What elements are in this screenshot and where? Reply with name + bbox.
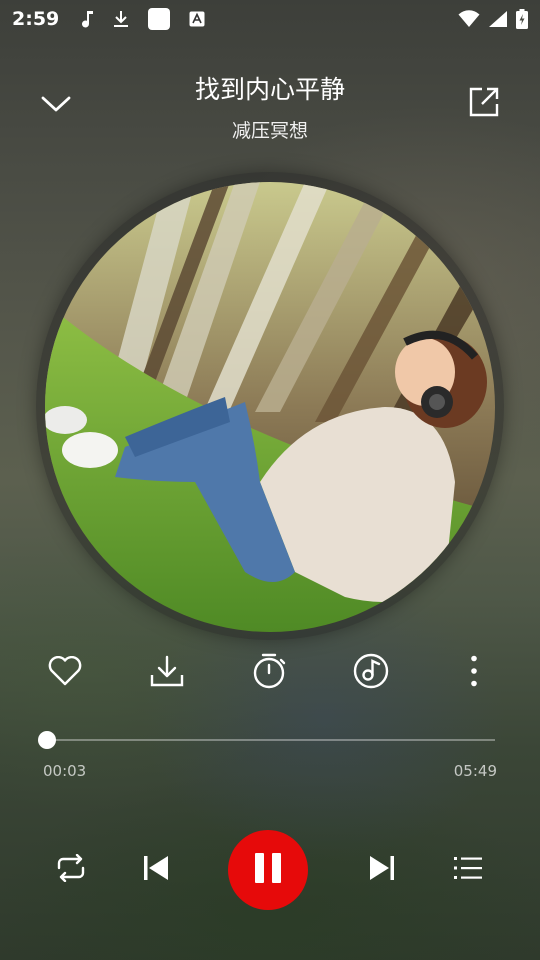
font-a-icon (189, 11, 205, 27)
signal-icon (488, 10, 508, 28)
heart-icon (48, 655, 82, 690)
more-button[interactable] (449, 648, 499, 698)
timer-icon (252, 653, 286, 693)
pause-button[interactable] (228, 830, 308, 910)
progress-thumb[interactable] (38, 731, 57, 749)
share-external-icon (469, 87, 499, 121)
sleep-timer-button[interactable] (244, 648, 294, 698)
more-vertical-icon (469, 655, 479, 691)
music-note-icon (81, 10, 95, 28)
album-subtitle: 减压冥想 (231, 120, 308, 142)
like-button[interactable] (40, 648, 90, 698)
total-time: 05:49 (453, 762, 497, 780)
music-disc-button[interactable] (346, 648, 396, 698)
action-row (0, 648, 540, 698)
share-button[interactable] (464, 84, 504, 124)
wifi-icon (458, 10, 480, 28)
progress-track (43, 739, 495, 741)
current-time: 00:03 (43, 762, 87, 780)
collapse-button[interactable] (36, 86, 76, 126)
album-art[interactable] (45, 182, 495, 632)
battery-charging-icon (516, 9, 528, 29)
chevron-down-icon (40, 94, 72, 118)
pause-icon (251, 851, 285, 889)
playlist-button[interactable] (443, 845, 493, 895)
skip-previous-icon (142, 854, 170, 886)
status-bar: 2:59 (0, 0, 540, 38)
app-square-icon (147, 7, 171, 31)
status-time: 2:59 (12, 8, 60, 30)
track-title: 找到内心平静 (194, 75, 345, 104)
playback-controls (0, 830, 540, 910)
download-button[interactable] (142, 648, 192, 698)
previous-button[interactable] (131, 845, 181, 895)
next-button[interactable] (357, 845, 407, 895)
skip-next-icon (368, 854, 396, 886)
progress-slider[interactable] (38, 730, 495, 750)
repeat-icon (55, 853, 87, 886)
repeat-button[interactable] (46, 845, 96, 895)
download-icon (150, 655, 184, 691)
music-disc-icon (353, 653, 389, 693)
player-header: 找到内心平静 减压冥想 (0, 60, 540, 160)
playlist-icon (454, 855, 482, 885)
download-icon (113, 10, 129, 28)
